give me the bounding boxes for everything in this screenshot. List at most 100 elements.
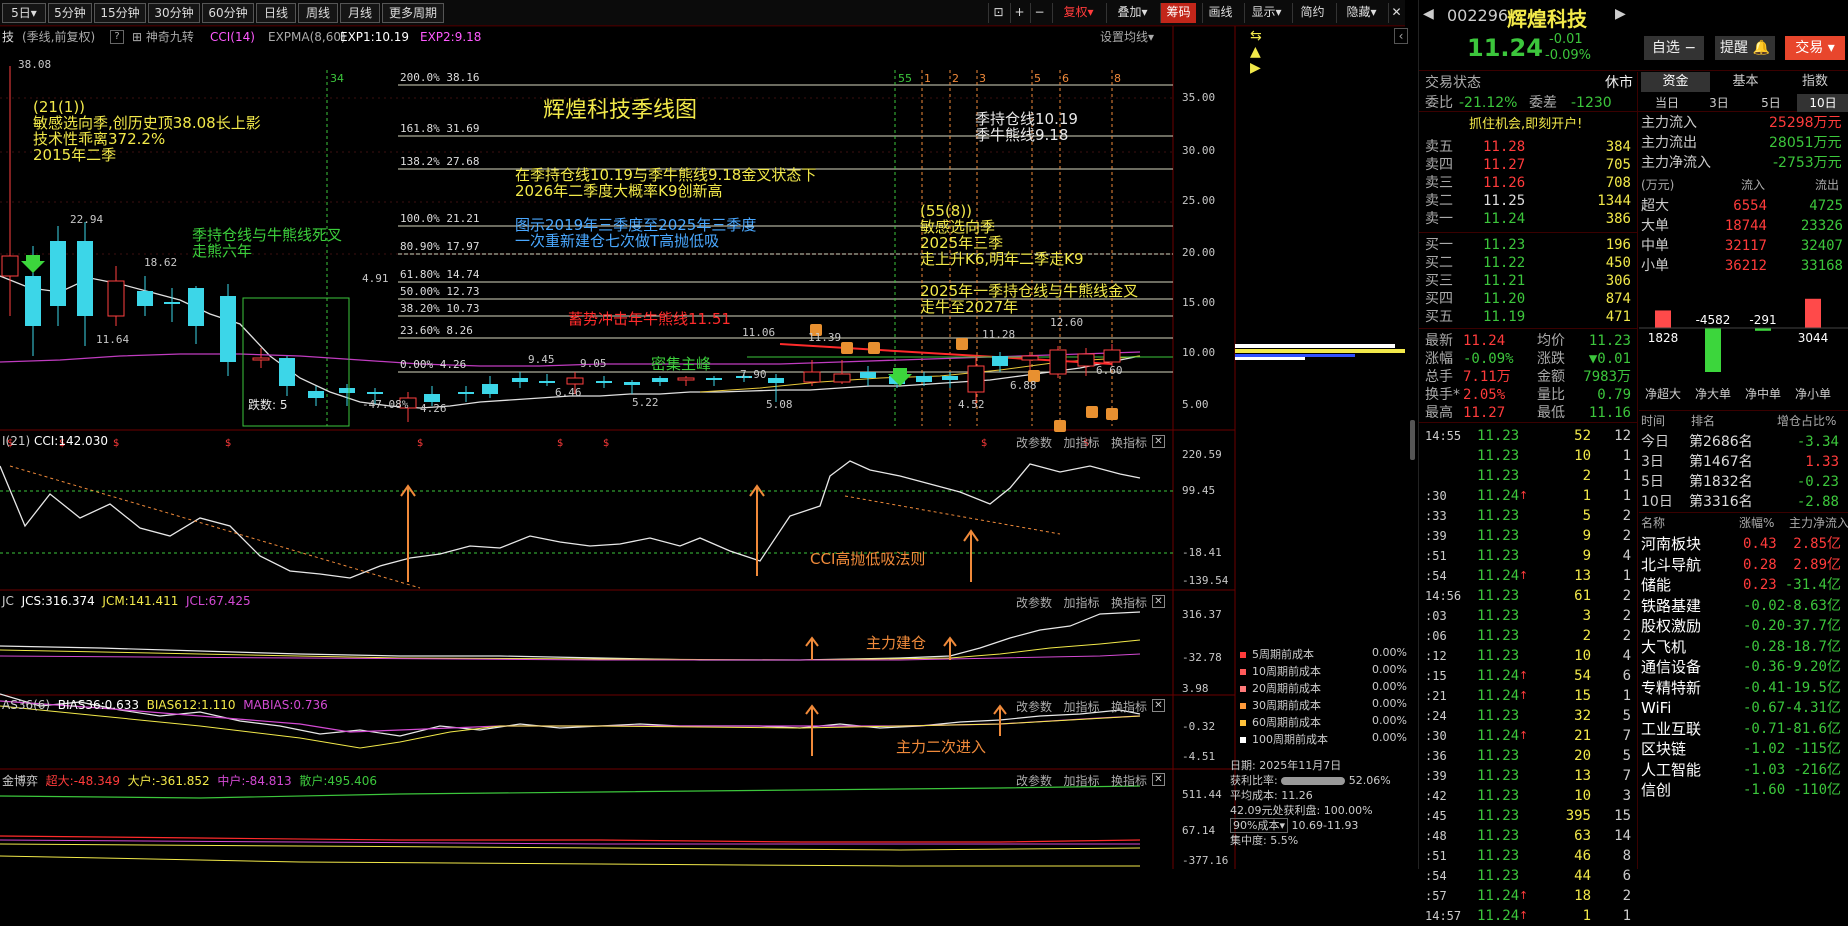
edit-params-link[interactable]: 改参数 [1016,700,1052,714]
add-indicator-link[interactable]: 加指标 [1063,700,1099,714]
order-book-row: 卖四 11.27 705 [1425,157,1631,173]
t-marker-icon [1054,420,1066,432]
magic-nine-toggle[interactable]: ⊞ 神奇九转 [132,28,194,46]
draw-button[interactable]: 画线 [1202,3,1238,23]
net-flow-value: -4582 [1696,313,1731,327]
period-3d[interactable]: 3日 [1693,94,1745,112]
trade-button[interactable]: 交易 ▾ [1785,36,1845,60]
annotation: 密集主峰 [651,355,712,373]
chips-button[interactable]: 筹码 [1160,3,1196,23]
period-more-button[interactable]: 更多周期 [382,3,444,23]
candle-body [308,391,324,398]
collapse-icon[interactable]: ‹ [1394,28,1408,44]
tab-index[interactable]: 指数 [1781,72,1848,92]
period-10d[interactable]: 10日 [1797,94,1848,112]
watchlist-button[interactable]: 自选 − [1644,36,1704,60]
period-day-button[interactable]: 日线 [256,3,296,23]
fund-tabs: 资金 基本 指数 [1641,72,1848,92]
period-30min-button[interactable]: 30分钟 [148,3,200,23]
close-panel-icon[interactable]: ✕ [1152,773,1165,786]
annotation: 走牛至2027年 [920,298,1019,316]
zoom-out-icon[interactable]: − [1030,3,1048,23]
sector-row[interactable]: 大飞机 -0.28 -18.7亿 [1639,637,1848,657]
candle-body [677,377,695,381]
simple-button[interactable]: 简约 [1292,3,1332,23]
sector-row[interactable]: 股权激励 -0.20 -37.7亿 [1639,616,1848,636]
candle-body [512,378,528,382]
bias-title: AS36(6) BIAS36:0.633 BIAS612:1.110 MABIA… [2,698,328,712]
switch-indicator-link[interactable]: 换指标 [1111,774,1147,788]
prev-stock-icon[interactable]: ◀ [1423,6,1434,22]
overlay-button[interactable]: 叠加▾ [1106,3,1158,23]
next-stock-icon[interactable]: ▶ [1615,6,1626,22]
tick-row: :30 11.24 ↑ 21 7 [1425,728,1631,744]
sector-row[interactable]: 区块链 -1.02 -115亿 [1639,739,1848,759]
add-indicator-link[interactable]: 加指标 [1063,436,1099,450]
sector-row[interactable]: 信创 -1.60 -110亿 [1639,780,1848,800]
rank-row: 5日 第1832名 -0.23 [1641,474,1839,490]
display-button[interactable]: 显示▾ [1244,3,1288,23]
chip-bar [1235,349,1405,353]
period-week-button[interactable]: 周线 [298,3,338,23]
s-marker-icon: $ [417,438,423,449]
edit-params-link[interactable]: 改参数 [1016,436,1052,450]
sector-row[interactable]: 人工智能 -1.03 -216亿 [1639,760,1848,780]
price-label: 4.91 [362,272,389,285]
period-15min-button[interactable]: 15分钟 [94,3,146,23]
edit-params-link[interactable]: 改参数 [1016,596,1052,610]
fuquan-button[interactable]: 复权▾ [1052,3,1104,23]
cost90-select[interactable]: 90%成本▾ [1230,818,1288,833]
sector-row[interactable]: 专精特新 -0.41 -19.5亿 [1639,678,1848,698]
period-5d[interactable]: 5日 [1745,94,1797,112]
period-60min-button[interactable]: 60分钟 [202,3,254,23]
sector-row[interactable]: 北斗导航 0.28 2.89亿 [1639,555,1848,575]
period-5min-button[interactable]: 5分钟 [48,3,92,23]
close-icon[interactable]: ✕ [1388,3,1404,23]
price-label: 12.60 [1050,316,1083,329]
hide-button[interactable]: 隐藏▾ [1336,3,1386,23]
price-change: -0.01 [1549,32,1583,47]
sector-row[interactable]: 河南板块 0.43 2.85亿 [1639,534,1848,554]
cost-legend-item: 30周期前成本 0.00% [1240,697,1410,713]
sector-row[interactable]: 工业互联 -0.71 -81.6亿 [1639,719,1848,739]
chart-title: 辉煌科技季线图 [543,98,698,123]
sector-row[interactable]: WiFi -0.67 -4.31亿 [1639,698,1848,718]
sector-row[interactable]: 铁路基建 -0.02 -8.63亿 [1639,596,1848,616]
settings-ma-button[interactable]: 设置均线▾ [1100,28,1154,46]
sector-row[interactable]: 通信设备 -0.36 -9.20亿 [1639,657,1848,677]
period-month-button[interactable]: 月线 [340,3,380,23]
candle-body [252,357,270,361]
switch-indicator-link[interactable]: 换指标 [1111,436,1147,450]
chip-tool-icons[interactable]: ⇆ ▲ ▶ [1250,28,1262,76]
fib-label: 23.60% 8.26 [400,324,473,337]
candle-body [1049,349,1067,375]
add-indicator-link[interactable]: 加指标 [1063,774,1099,788]
chip-info: 日期: 2025年11月7日 获利比率: 52.06% 平均成本: 11.26 … [1230,759,1391,847]
fund-tick: 67.14 [1182,824,1215,837]
tab-fund[interactable]: 资金 [1641,72,1710,92]
edit-params-link[interactable]: 改参数 [1016,774,1052,788]
alert-button[interactable]: 提醒 🔔 [1715,36,1775,60]
rank-row: 今日 第2686名 -3.34 [1641,434,1839,450]
switch-indicator-link[interactable]: 换指标 [1111,700,1147,714]
jcs-tick: -32.78 [1182,651,1222,664]
period-5day-button[interactable]: 5日▾ [2,3,46,23]
lock-icon[interactable]: ⊡ [988,3,1008,23]
tab-basic[interactable]: 基本 [1711,72,1780,92]
candle-body [339,388,355,393]
switch-indicator-link[interactable]: 换指标 [1111,596,1147,610]
close-panel-icon[interactable]: ✕ [1152,595,1165,608]
splitter-handle[interactable] [1410,420,1415,460]
zoom-in-icon[interactable]: + [1010,3,1028,23]
fund-flow: 资金 基本 指数 当日 3日 5日 10日 主力流入 25298万元 主力流出 28… [1639,72,1848,800]
help-icon[interactable]: ? [110,30,124,44]
period-today[interactable]: 当日 [1641,94,1693,112]
add-indicator-link[interactable]: 加指标 [1063,596,1099,610]
fib-label: 100.0% 21.21 [400,212,480,225]
fib-label: 138.2% 27.68 [400,155,480,168]
price-tick: 5.00 [1182,398,1209,411]
close-panel-icon[interactable]: ✕ [1152,699,1165,712]
net-flow-value: -291 [1749,313,1776,327]
close-panel-icon[interactable]: ✕ [1152,435,1165,448]
sector-row[interactable]: 储能 0.23 -31.4亿 [1639,575,1848,595]
